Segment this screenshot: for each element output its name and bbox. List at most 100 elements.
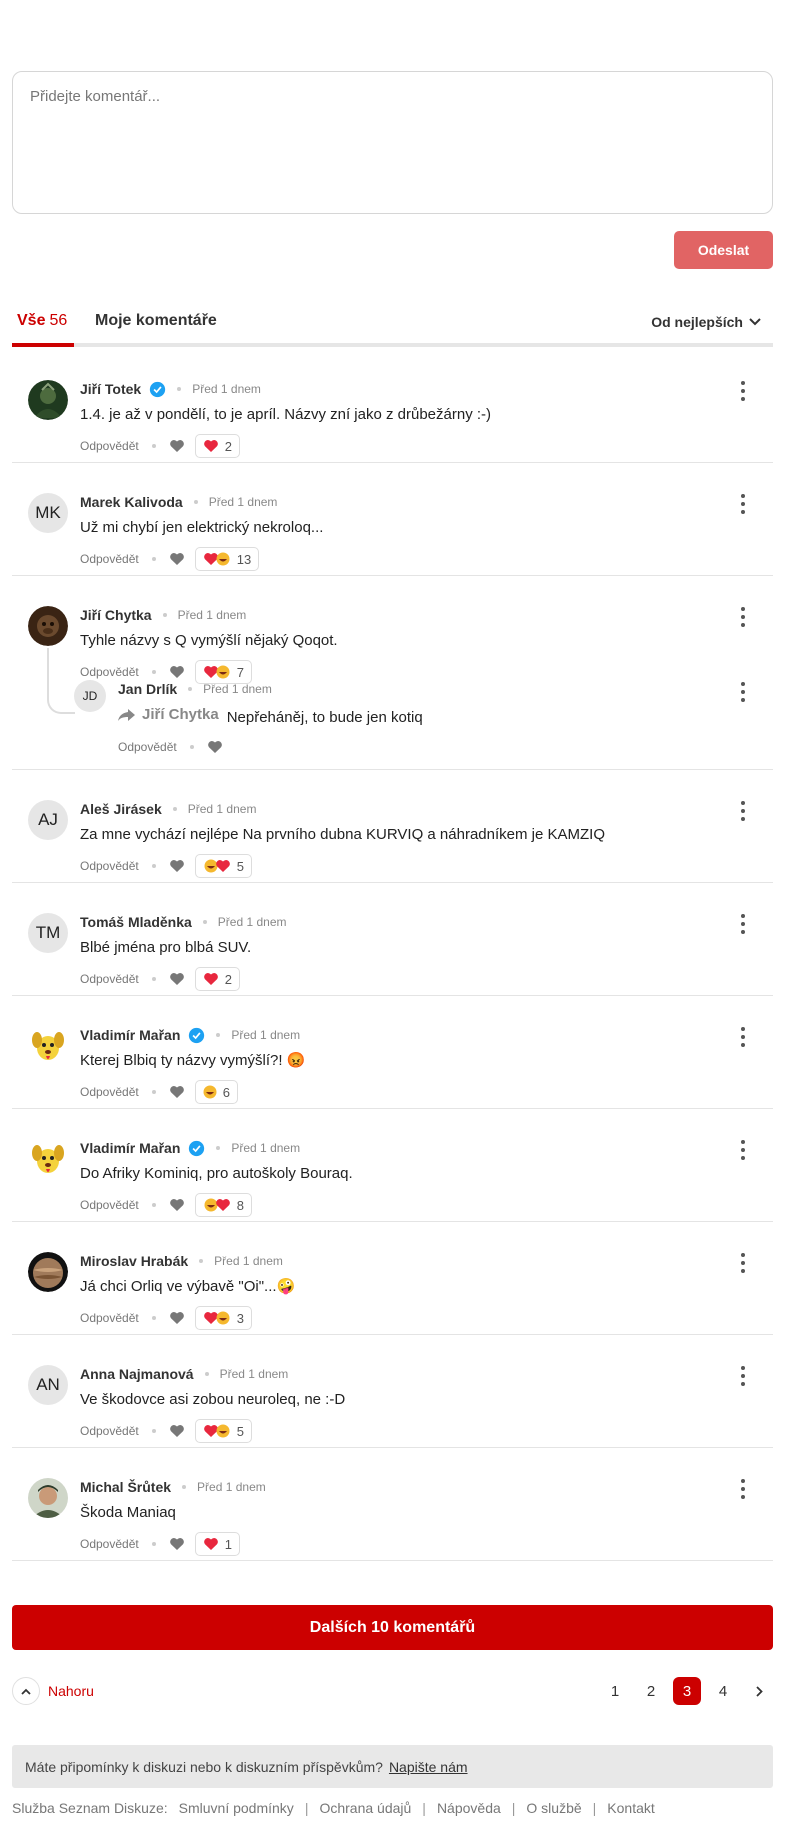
- reaction-count: 3: [236, 1310, 244, 1326]
- comment-author[interactable]: Jiří Chytka: [80, 607, 152, 623]
- avatar[interactable]: [28, 1139, 68, 1179]
- reply-button[interactable]: Odpovědět: [80, 1198, 139, 1212]
- page-1[interactable]: 1: [601, 1677, 629, 1705]
- comment-author[interactable]: Marek Kalivoda: [80, 494, 183, 510]
- laugh-heart-icon: [204, 1198, 230, 1212]
- reaction-badge[interactable]: 13: [194, 547, 260, 571]
- comment-author[interactable]: Anna Najmanová: [80, 1366, 194, 1382]
- reply-button[interactable]: Odpovědět: [80, 972, 139, 986]
- comment-author[interactable]: Vladimír Mařan: [80, 1027, 180, 1043]
- tab-my-comments[interactable]: Moje komentáře: [95, 312, 217, 330]
- feedback-link[interactable]: Napište nám: [389, 1759, 468, 1775]
- heart-outline-icon[interactable]: [169, 972, 185, 986]
- footer-link-privacy[interactable]: Ochrana údajů: [319, 1800, 411, 1816]
- page-4[interactable]: 4: [709, 1677, 737, 1705]
- reaction-badge[interactable]: 5: [194, 854, 252, 878]
- heart-outline-icon[interactable]: [169, 439, 185, 453]
- comment-author[interactable]: Vladimír Mařan: [80, 1140, 180, 1156]
- heart-outline-icon[interactable]: [169, 1085, 185, 1099]
- comment-author[interactable]: Aleš Jirásek: [80, 801, 162, 817]
- avatar[interactable]: AJ: [28, 800, 68, 840]
- reply-button[interactable]: Odpovědět: [80, 439, 139, 453]
- reaction-badge[interactable]: 2: [194, 967, 240, 991]
- footer-link-about[interactable]: O službě: [526, 1800, 581, 1816]
- reply-button[interactable]: Odpovědět: [118, 740, 177, 754]
- reaction-badge[interactable]: 8: [194, 1193, 252, 1217]
- heart-outline-icon[interactable]: [169, 552, 185, 566]
- page-3-current[interactable]: 3: [673, 1677, 701, 1705]
- footer-link-help[interactable]: Nápověda: [437, 1800, 501, 1816]
- send-button[interactable]: Odeslat: [674, 231, 773, 269]
- avatar[interactable]: [28, 1252, 68, 1292]
- comment-input[interactable]: Přidejte komentář...: [12, 71, 773, 214]
- load-more-button[interactable]: Dalších 10 komentářů: [12, 1605, 773, 1650]
- more-options-icon[interactable]: [740, 1366, 746, 1386]
- avatar[interactable]: TM: [28, 913, 68, 953]
- separator-dot: [202, 920, 207, 924]
- reaction-badge[interactable]: 5: [194, 1419, 252, 1443]
- more-options-icon[interactable]: [740, 801, 746, 821]
- footer-separator: |: [422, 1800, 426, 1816]
- reply-to-reference[interactable]: Jiří Chytka: [118, 705, 219, 725]
- reaction-count: 2: [224, 438, 232, 454]
- more-options-icon[interactable]: [740, 381, 746, 401]
- reaction-badge[interactable]: 2: [194, 434, 240, 458]
- heart-outline-icon[interactable]: [207, 740, 223, 754]
- active-tab-indicator: [12, 343, 74, 347]
- heart-laugh-icon: [203, 552, 230, 566]
- comment-author[interactable]: Tomáš Mladěnka: [80, 914, 192, 930]
- reaction-count: 5: [236, 1423, 244, 1439]
- reply-button[interactable]: Odpovědět: [80, 1424, 139, 1438]
- more-options-icon[interactable]: [740, 1027, 746, 1047]
- heart-outline-icon[interactable]: [169, 1311, 185, 1325]
- dog-avatar-icon: [32, 1145, 64, 1173]
- reply-button[interactable]: Odpovědět: [80, 1085, 139, 1099]
- reply-button[interactable]: Odpovědět: [80, 1537, 139, 1551]
- more-options-icon[interactable]: [740, 494, 746, 514]
- reply-button[interactable]: Odpovědět: [80, 1311, 139, 1325]
- reply-button[interactable]: Odpovědět: [80, 859, 139, 873]
- page-2[interactable]: 2: [637, 1677, 665, 1705]
- more-options-icon[interactable]: [740, 682, 746, 702]
- next-page-icon[interactable]: [745, 1677, 773, 1705]
- tab-all-count: 56: [49, 312, 68, 329]
- comment-text: Já chci Orliq ve výbavě "Oi"...🤪: [80, 1278, 296, 1295]
- reply-button[interactable]: Odpovědět: [80, 552, 139, 566]
- more-options-icon[interactable]: [740, 1253, 746, 1273]
- avatar[interactable]: [28, 1026, 68, 1066]
- sort-dropdown[interactable]: Od nejlepších: [651, 314, 761, 330]
- comment-author[interactable]: Miroslav Hrabák: [80, 1253, 188, 1269]
- reaction-badge[interactable]: 6: [194, 1080, 238, 1104]
- avatar[interactable]: AN: [28, 1365, 68, 1405]
- more-options-icon[interactable]: [740, 914, 746, 934]
- heart-outline-icon[interactable]: [169, 1198, 185, 1212]
- more-options-icon[interactable]: [740, 607, 746, 627]
- avatar[interactable]: [28, 380, 68, 420]
- comment-time: Před 1 dnem: [203, 682, 272, 696]
- tab-all[interactable]: Vše 56: [17, 312, 67, 330]
- comment-author[interactable]: Michal Šrůtek: [80, 1479, 171, 1495]
- back-to-top-label: Nahoru: [48, 1683, 94, 1699]
- more-options-icon[interactable]: [740, 1140, 746, 1160]
- reaction-badge[interactable]: 3: [194, 1306, 252, 1330]
- heart-outline-icon[interactable]: [169, 859, 185, 873]
- separator-dot: [189, 745, 194, 749]
- footer-link-terms[interactable]: Smluvní podmínky: [179, 1800, 294, 1816]
- comment: Miroslav Hrabák Před 1 dnem Já chci Orli…: [12, 1222, 773, 1335]
- back-to-top-button[interactable]: Nahoru: [12, 1677, 94, 1705]
- comment-author[interactable]: Jiří Totek: [80, 381, 141, 397]
- avatar[interactable]: MK: [28, 493, 68, 533]
- more-options-icon[interactable]: [740, 1479, 746, 1499]
- heart-outline-icon[interactable]: [169, 1537, 185, 1551]
- reaction-badge[interactable]: 1: [194, 1532, 240, 1556]
- comment-author[interactable]: Jan Drlík: [118, 681, 177, 697]
- reaction-count: 5: [236, 858, 244, 874]
- comment: Jiří Totek Před 1 dnem 1.4. je až v pond…: [12, 350, 773, 463]
- comment-list: Jiří Totek Před 1 dnem 1.4. je až v pond…: [12, 350, 773, 1561]
- avatar[interactable]: JD: [74, 680, 106, 712]
- avatar[interactable]: [28, 1478, 68, 1518]
- footer-link-contact[interactable]: Kontakt: [607, 1800, 654, 1816]
- avatar[interactable]: [28, 606, 68, 646]
- comment-text: Blbé jména pro blbá SUV.: [80, 939, 252, 956]
- heart-outline-icon[interactable]: [169, 1424, 185, 1438]
